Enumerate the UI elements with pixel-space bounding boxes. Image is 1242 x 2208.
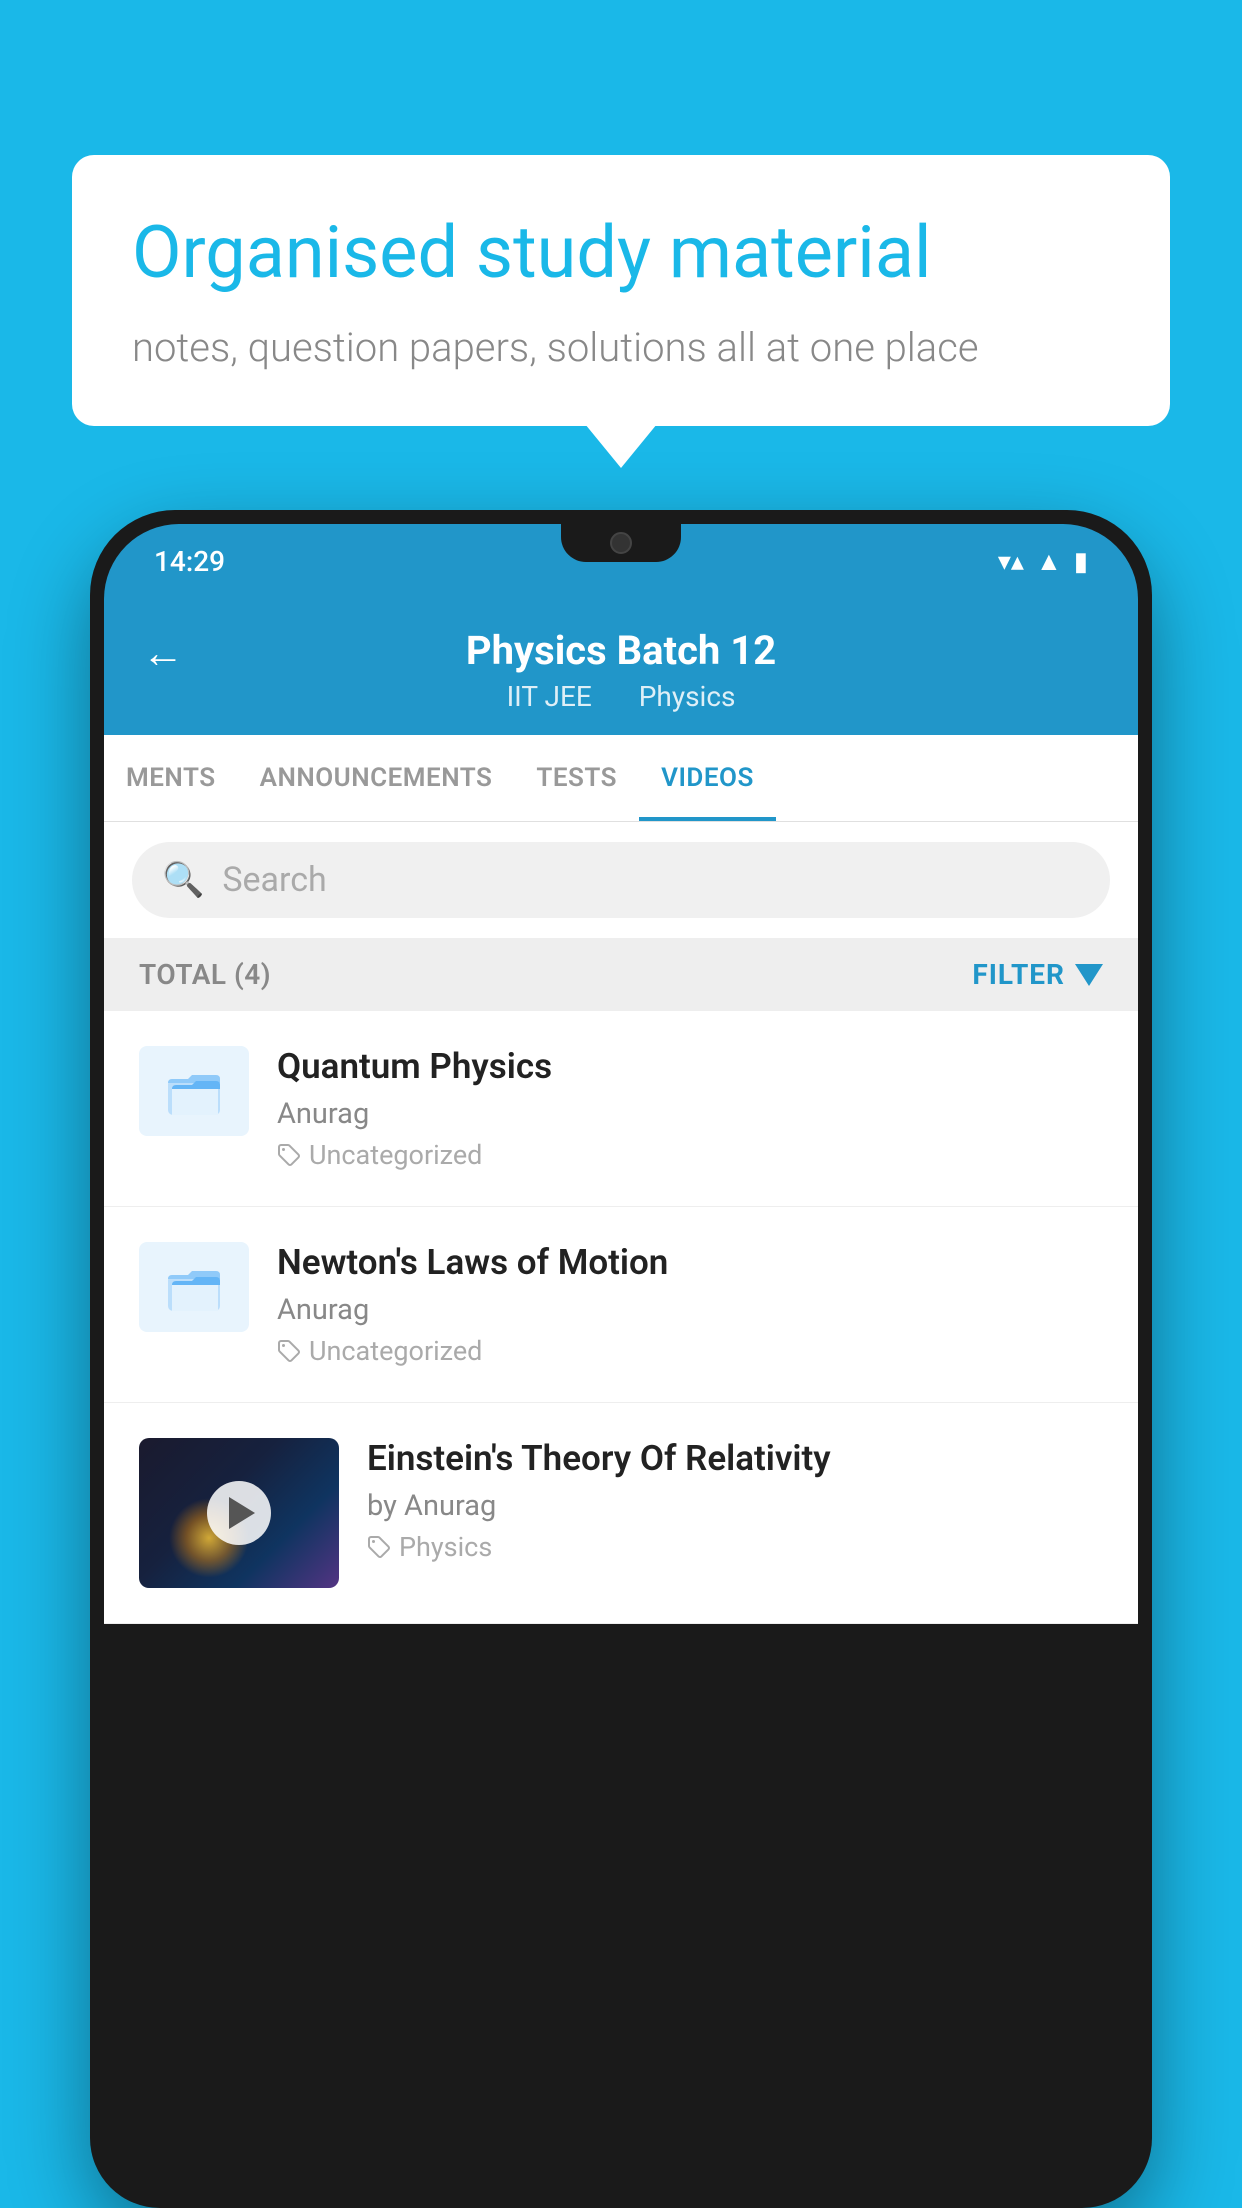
play-button[interactable]: [207, 1481, 271, 1545]
tag-label: Uncategorized: [309, 1139, 482, 1171]
video-list: Quantum Physics Anurag Uncategorized: [104, 1011, 1138, 1624]
list-item-einstein[interactable]: Einstein's Theory Of Relativity by Anura…: [104, 1403, 1138, 1624]
folder-icon-2: [164, 1257, 224, 1317]
video-author-2: Anurag: [277, 1293, 1103, 1327]
play-icon: [229, 1497, 255, 1529]
filter-bar: TOTAL (4) FILTER: [104, 938, 1138, 1011]
filter-icon: [1075, 964, 1103, 986]
speech-bubble-subtext: notes, question papers, solutions all at…: [132, 324, 1110, 371]
tag-icon-einstein: [367, 1535, 391, 1559]
video-author: Anurag: [277, 1097, 1103, 1131]
video-title-einstein: Einstein's Theory Of Relativity: [367, 1438, 1103, 1479]
app-header: ← Physics Batch 12 IIT JEE Physics: [104, 599, 1138, 735]
video-info-2: Newton's Laws of Motion Anurag Uncategor…: [277, 1242, 1103, 1367]
search-icon: 🔍: [162, 860, 204, 900]
list-item[interactable]: Quantum Physics Anurag Uncategorized: [104, 1011, 1138, 1207]
header-subtitle: IIT JEE Physics: [497, 680, 746, 713]
total-count: TOTAL (4): [139, 958, 271, 991]
tag-icon-2: [277, 1339, 301, 1363]
tag-label-2: Uncategorized: [309, 1335, 482, 1367]
battery-icon: ▮: [1074, 547, 1088, 577]
video-tag-einstein: Physics: [367, 1531, 1103, 1563]
video-folder-icon: [139, 1046, 249, 1136]
folder-icon: [164, 1061, 224, 1121]
tab-ments[interactable]: MENTS: [104, 735, 238, 821]
video-thumbnail-einstein: [139, 1438, 339, 1588]
camera-icon: [610, 532, 632, 554]
video-folder-icon-2: [139, 1242, 249, 1332]
phone-notch: [561, 524, 681, 562]
search-input[interactable]: 🔍 Search: [132, 842, 1110, 918]
video-author-einstein: by Anurag: [367, 1489, 1103, 1523]
video-info-einstein: Einstein's Theory Of Relativity by Anura…: [367, 1438, 1103, 1563]
video-title: Quantum Physics: [277, 1046, 1103, 1087]
tab-videos[interactable]: VIDEOS: [639, 735, 776, 821]
back-button[interactable]: ←: [142, 629, 184, 678]
speech-bubble-card: Organised study material notes, question…: [72, 155, 1170, 426]
tabs-bar: MENTS ANNOUNCEMENTS TESTS VIDEOS: [104, 735, 1138, 822]
speech-bubble-heading: Organised study material: [132, 210, 1110, 296]
filter-button[interactable]: FILTER: [972, 958, 1103, 991]
search-placeholder: Search: [222, 860, 326, 900]
video-tag-2: Uncategorized: [277, 1335, 1103, 1367]
filter-label: FILTER: [972, 958, 1065, 991]
list-item[interactable]: Newton's Laws of Motion Anurag Uncategor…: [104, 1207, 1138, 1403]
video-tag: Uncategorized: [277, 1139, 1103, 1171]
tag-label-einstein: Physics: [399, 1531, 492, 1563]
header-subtitle-iitjee: IIT JEE: [507, 680, 592, 713]
video-title-2: Newton's Laws of Motion: [277, 1242, 1103, 1283]
search-bar-container: 🔍 Search: [104, 822, 1138, 938]
status-bar: 14:29 ▾▴ ▲ ▮: [104, 524, 1138, 599]
wifi-icon: ▾▴: [998, 547, 1024, 577]
header-title: Physics Batch 12: [466, 627, 776, 674]
phone-frame: 14:29 ▾▴ ▲ ▮ ← Physics Batch 12 IIT JEE …: [90, 510, 1152, 2208]
tab-tests[interactable]: TESTS: [514, 735, 639, 821]
signal-icon: ▲: [1036, 546, 1062, 577]
tag-icon: [277, 1143, 301, 1167]
status-icons: ▾▴ ▲ ▮: [998, 546, 1088, 577]
header-subtitle-physics: Physics: [639, 680, 736, 713]
speech-bubble-section: Organised study material notes, question…: [72, 155, 1170, 426]
status-time: 14:29: [154, 545, 225, 578]
tab-announcements[interactable]: ANNOUNCEMENTS: [238, 735, 515, 821]
video-info: Quantum Physics Anurag Uncategorized: [277, 1046, 1103, 1171]
